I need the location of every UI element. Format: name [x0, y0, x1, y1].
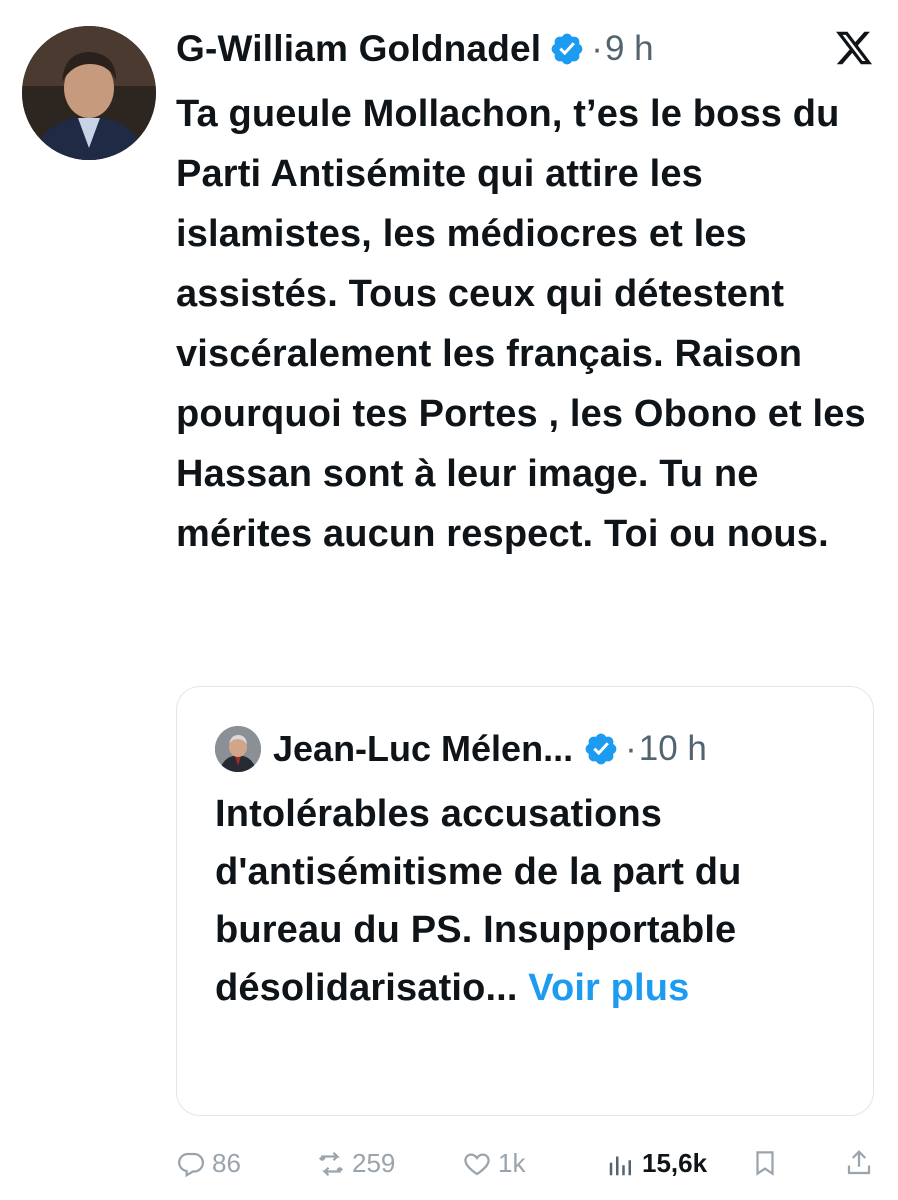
quoted-post-card[interactable]: Jean-Luc Mélen... · 10 h Intolérables ac… [176, 686, 874, 1116]
bookmark-icon [756, 1151, 774, 1176]
separator-dot: · [625, 729, 637, 768]
post-text: Ta gueule Mollachon, t’es le boss du Par… [176, 93, 866, 555]
like-button[interactable]: 1k [462, 1148, 525, 1179]
see-more-link[interactable]: Voir plus [528, 967, 689, 1009]
post-avatar[interactable] [22, 26, 156, 160]
x-logo-icon [834, 28, 874, 68]
views-chart-icon [609, 1156, 631, 1175]
reply-count: 86 [212, 1148, 241, 1178]
reply-button[interactable]: 86 [176, 1148, 241, 1179]
post-actions-bar: 86 259 1k 15,6k [0, 1140, 898, 1190]
view-count: 15,6k [642, 1148, 708, 1178]
separator-dot: · [591, 29, 603, 68]
repost-count: 259 [352, 1148, 396, 1178]
post-time[interactable]: 9 h [605, 29, 654, 69]
quoted-author-name[interactable]: Jean-Luc Mélen... [273, 728, 573, 770]
quoted-post-time[interactable]: 10 h [639, 729, 707, 769]
quoted-post-header: Jean-Luc Mélen... · 10 h [215, 725, 707, 773]
like-count: 1k [498, 1148, 526, 1178]
views-button[interactable]: 15,6k [606, 1148, 707, 1179]
author-name[interactable]: G-William Goldnadel [176, 28, 541, 70]
quoted-post-text-block: Intolérables accusations d'antisémitisme… [215, 785, 835, 1017]
bookmark-button[interactable] [750, 1148, 780, 1178]
share-icon [847, 1150, 871, 1175]
repost-button[interactable]: 259 [316, 1148, 395, 1179]
verified-badge-icon [583, 731, 619, 767]
share-button[interactable] [844, 1148, 874, 1178]
verified-badge-icon [549, 31, 585, 67]
quoted-author-avatar[interactable] [215, 726, 261, 772]
post-header: G-William Goldnadel · 9 h [176, 24, 654, 74]
repost-icon [318, 1151, 344, 1176]
reply-icon [177, 1152, 205, 1177]
heart-icon [464, 1152, 490, 1175]
